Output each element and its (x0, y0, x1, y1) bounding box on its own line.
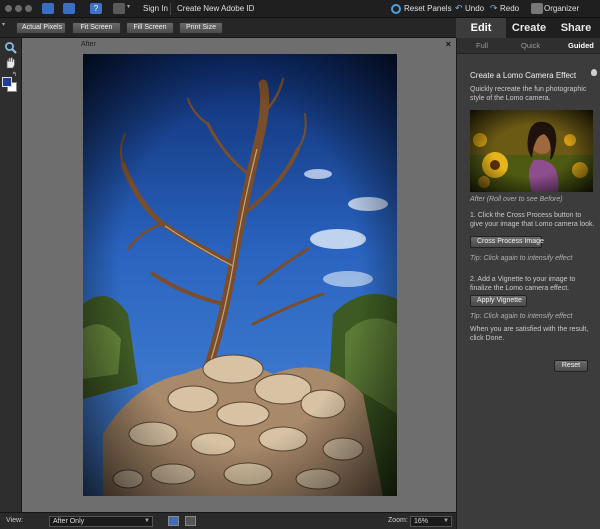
actual-pixels-button[interactable]: Actual Pixels (16, 22, 66, 34)
chevron-down-icon: ▼ (443, 518, 449, 524)
organizer-icon[interactable] (531, 3, 543, 14)
undo-icon[interactable]: ↶ (455, 3, 463, 14)
document-title-bar: After × (22, 38, 456, 51)
view-toolbar: ▾ Actual Pixels Fit Screen Fill Screen P… (0, 18, 456, 38)
zoom-select-value: 16% (414, 518, 429, 525)
before-after-thumbnail[interactable] (470, 110, 593, 192)
help-icon[interactable]: ? (90, 3, 102, 14)
redo-icon[interactable]: ↷ (490, 3, 498, 14)
organizer-button[interactable]: Organizer (544, 4, 579, 13)
tab-create[interactable]: Create (506, 18, 552, 38)
new-file-icon[interactable] (42, 3, 54, 14)
reset-panels-button[interactable]: Reset Panels (404, 4, 452, 13)
divider (170, 3, 171, 15)
reset-panels-icon[interactable] (391, 4, 401, 14)
minimize-window-icon[interactable] (15, 5, 22, 12)
application-bar: ? ▾ Sign In Create New Adobe ID Reset Pa… (0, 0, 600, 18)
chevron-down-icon: ▼ (144, 518, 150, 524)
redo-button[interactable]: Redo (500, 4, 519, 13)
sign-in-link[interactable]: Sign In (143, 4, 168, 13)
done-text: When you are satisfied with the result, … (470, 326, 589, 342)
edit-subtabs: Full Quick Guided (457, 38, 600, 54)
save-icon[interactable] (63, 3, 75, 14)
close-icon[interactable]: × (446, 39, 451, 49)
apply-vignette-button[interactable]: Apply Vignette (470, 295, 527, 307)
thumbnail-caption: After (Roll over to see Before) (470, 196, 563, 203)
view-select-value: After Only (53, 518, 85, 525)
tab-quick[interactable]: Quick (521, 41, 540, 50)
step-1-text: 1. Click the Cross Process button to giv… (470, 212, 595, 228)
print-size-button[interactable]: Print Size (179, 22, 223, 34)
view-select[interactable]: After Only ▼ (49, 516, 153, 527)
zoom-tool-icon[interactable] (4, 41, 17, 54)
fill-screen-button[interactable]: Fill Screen (126, 22, 174, 34)
workspace-icon[interactable] (113, 3, 125, 14)
step-2-text: 2. Add a Vignette to your image to final… (470, 276, 576, 292)
status-bar: View: After Only ▼ Zoom: 16% ▼ (0, 512, 456, 529)
document-title: After (81, 41, 96, 48)
toolbox: ↰ (0, 38, 22, 512)
tool-options-arrow-icon[interactable]: ▾ (2, 21, 5, 28)
tab-share[interactable]: Share (552, 18, 600, 38)
sync-views-icon[interactable] (168, 516, 179, 526)
view-label: View: (6, 517, 23, 524)
panel-intro: Quickly recreate the fun photographic st… (470, 86, 587, 102)
hand-tool-icon[interactable] (4, 56, 17, 69)
panel-title: Create a Lomo Camera Effect (470, 71, 577, 80)
tab-full[interactable]: Full (476, 41, 488, 50)
close-window-icon[interactable] (5, 5, 12, 12)
zoom-select[interactable]: 16% ▼ (410, 516, 452, 527)
tip-2: Tip: Click again to intensify effect (470, 313, 573, 320)
sync-zoom-icon[interactable] (185, 516, 196, 526)
lightbulb-icon[interactable] (591, 69, 597, 76)
workspace-dropdown-arrow-icon[interactable]: ▾ (127, 3, 130, 10)
zoom-window-icon[interactable] (25, 5, 32, 12)
tree-on-rocks-image (83, 54, 397, 496)
tip-1: Tip: Click again to intensify effect (470, 255, 573, 262)
swap-colors-icon[interactable]: ↰ (12, 71, 17, 78)
zoom-label: Zoom: (388, 517, 408, 524)
tab-guided[interactable]: Guided (568, 41, 594, 50)
document-canvas: After × (22, 38, 456, 512)
lomo-preview-image (470, 110, 593, 192)
fit-screen-button[interactable]: Fit Screen (72, 22, 121, 34)
cross-process-button[interactable]: Cross Process Image (470, 236, 544, 248)
create-adobe-id-link[interactable]: Create New Adobe ID (177, 4, 254, 13)
reset-button[interactable]: Reset (554, 360, 588, 372)
tab-edit[interactable]: Edit (456, 18, 506, 38)
edited-photo[interactable] (83, 54, 397, 496)
guided-panel: Full Quick Guided Create a Lomo Camera E… (456, 38, 600, 529)
foreground-color-swatch[interactable] (2, 77, 12, 87)
undo-button[interactable]: Undo (465, 4, 484, 13)
